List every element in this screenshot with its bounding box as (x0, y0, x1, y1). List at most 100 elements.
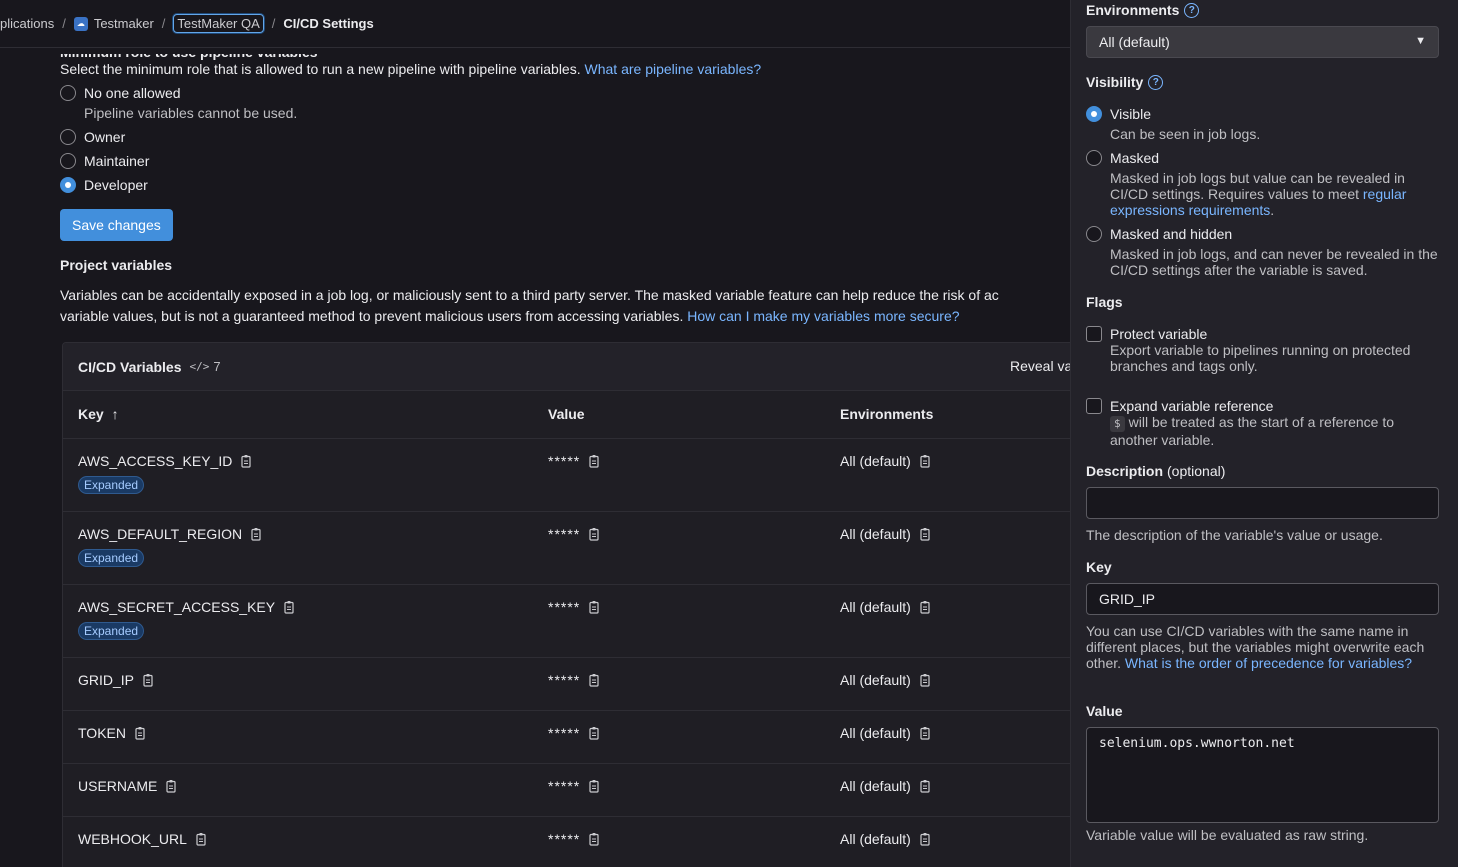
variable-env-cell: All (default) (840, 831, 932, 847)
radio-masked-hidden[interactable] (1086, 226, 1102, 242)
environments-select[interactable]: All (default) ▼ (1086, 26, 1439, 58)
table-row[interactable]: AWS_SECRET_ACCESS_KEY Expanded ***** All (d… (63, 585, 1070, 658)
reveal-values-toggle[interactable]: Reveal va (1010, 358, 1070, 374)
radio-developer[interactable] (60, 177, 76, 193)
expand-variable-help: $ will be treated as the start of a refer… (1110, 414, 1394, 448)
variable-key-cell: GRID_IP (78, 672, 155, 688)
breadcrumb-item-applications[interactable]: plications (0, 16, 54, 31)
table-row[interactable]: GRID_IP ***** All (default) (63, 658, 1070, 711)
variable-environment: All (default) (840, 526, 911, 542)
copy-key-icon[interactable] (241, 454, 253, 468)
radio-no-one[interactable] (60, 85, 76, 101)
sort-ascending-icon[interactable]: ↑ (112, 406, 119, 422)
help-icon[interactable]: ? (1184, 2, 1200, 18)
pipeline-variables-help-link[interactable]: What are pipeline variables? (585, 61, 762, 77)
column-value: Value (548, 406, 585, 422)
copy-environment-icon[interactable] (920, 527, 932, 541)
secure-variables-link[interactable]: How can I make my variables more secure? (687, 308, 959, 324)
visibility-label: Visibility ? (1086, 74, 1164, 90)
value-textarea[interactable]: selenium.ops.wwnorton.net (1086, 727, 1439, 823)
copy-value-icon[interactable] (589, 454, 601, 468)
copy-value-icon[interactable] (589, 832, 601, 846)
variable-key[interactable]: GRID_IP (78, 672, 134, 688)
copy-key-icon[interactable] (166, 779, 178, 793)
protect-variable-option[interactable]: Protect variable (1086, 326, 1207, 342)
visibility-masked-hidden[interactable]: Masked and hidden (1086, 226, 1232, 242)
table-row[interactable]: WEBHOOK_URL ***** All (default) (63, 817, 1070, 867)
copy-key-icon[interactable] (284, 600, 296, 614)
copy-environment-icon[interactable] (920, 673, 932, 687)
variable-value-cell: ***** (548, 778, 601, 794)
variable-value-cell: ***** (548, 672, 601, 688)
variable-key[interactable]: AWS_SECRET_ACCESS_KEY (78, 599, 275, 615)
copy-value-icon[interactable] (589, 527, 601, 541)
value-label: Value (1086, 703, 1123, 719)
radio-owner[interactable] (60, 129, 76, 145)
copy-key-icon[interactable] (251, 527, 263, 541)
variable-value: ***** (548, 672, 581, 688)
column-environments: Environments (840, 406, 934, 422)
variable-key-cell: AWS_ACCESS_KEY_ID (78, 453, 253, 469)
breadcrumb: plications / ☁ Testmaker / TestMaker QA /… (0, 0, 1070, 48)
role-option-maintainer[interactable]: Maintainer (60, 153, 149, 169)
radio-maintainer[interactable] (60, 153, 76, 169)
visibility-masked[interactable]: Masked (1086, 150, 1159, 166)
visibility-masked-help: Masked in job logs but value can be reve… (1110, 170, 1407, 218)
visibility-visible[interactable]: Visible (1086, 106, 1151, 122)
copy-key-icon[interactable] (135, 726, 147, 740)
column-key[interactable]: Key ↑ (78, 406, 119, 422)
role-option-developer[interactable]: Developer (60, 177, 148, 193)
breadcrumb-item-cicd-settings[interactable]: CI/CD Settings (283, 16, 373, 31)
table-row[interactable]: AWS_ACCESS_KEY_ID Expanded ***** All (defau… (63, 439, 1070, 512)
variable-key[interactable]: USERNAME (78, 778, 157, 794)
copy-value-icon[interactable] (589, 726, 601, 740)
table-row[interactable]: AWS_DEFAULT_REGION Expanded ***** All (defa… (63, 512, 1070, 585)
expanded-badge: Expanded (78, 622, 145, 640)
variable-environment: All (default) (840, 599, 911, 615)
variable-key[interactable]: AWS_ACCESS_KEY_ID (78, 453, 232, 469)
copy-environment-icon[interactable] (920, 726, 932, 740)
variables-count: </> 7 (189, 359, 221, 374)
protect-variable-checkbox[interactable] (1086, 326, 1102, 342)
variable-value: ***** (548, 599, 581, 615)
copy-value-icon[interactable] (589, 600, 601, 614)
radio-visible[interactable] (1086, 106, 1102, 122)
breadcrumb-item-testmaker-qa[interactable]: TestMaker QA (173, 14, 264, 33)
variable-key[interactable]: WEBHOOK_URL (78, 831, 187, 847)
dollar-code: $ (1110, 416, 1125, 432)
key-input[interactable] (1086, 583, 1439, 615)
copy-environment-icon[interactable] (920, 454, 932, 468)
role-option-no-one[interactable]: No one allowed (60, 85, 181, 101)
variable-drawer: Environments ? All (default) ▼ Visibilit… (1070, 0, 1458, 867)
variable-value: ***** (548, 725, 581, 741)
precedence-link[interactable]: What is the order of precedence for vari… (1125, 655, 1412, 671)
table-row[interactable]: TOKEN ***** All (default) (63, 711, 1070, 764)
variable-environment: All (default) (840, 453, 911, 469)
variable-env-cell: All (default) (840, 672, 932, 688)
copy-key-icon[interactable] (143, 673, 155, 687)
code-icon: </> (189, 360, 210, 373)
copy-key-icon[interactable] (196, 832, 208, 846)
variable-value-cell: ***** (548, 453, 601, 469)
expanded-badge: Expanded (78, 476, 145, 494)
copy-environment-icon[interactable] (920, 600, 932, 614)
help-icon[interactable]: ? (1148, 74, 1164, 90)
role-option-owner[interactable]: Owner (60, 129, 125, 145)
variable-key[interactable]: TOKEN (78, 725, 126, 741)
breadcrumb-item-testmaker[interactable]: ☁ Testmaker (73, 16, 154, 31)
copy-environment-icon[interactable] (920, 779, 932, 793)
description-hint: The description of the variable's value … (1086, 527, 1383, 543)
variable-value: ***** (548, 778, 581, 794)
copy-value-icon[interactable] (589, 673, 601, 687)
copy-environment-icon[interactable] (920, 832, 932, 846)
radio-masked[interactable] (1086, 150, 1102, 166)
save-changes-button[interactable]: Save changes (60, 209, 173, 241)
variable-key[interactable]: AWS_DEFAULT_REGION (78, 526, 242, 542)
variable-env-cell: All (default) (840, 599, 932, 615)
description-input[interactable] (1086, 487, 1439, 519)
copy-value-icon[interactable] (589, 779, 601, 793)
table-row[interactable]: USERNAME ***** All (default) (63, 764, 1070, 817)
breadcrumb-separator: / (62, 16, 66, 31)
expand-variable-option[interactable]: Expand variable reference (1086, 398, 1273, 414)
expand-variable-checkbox[interactable] (1086, 398, 1102, 414)
